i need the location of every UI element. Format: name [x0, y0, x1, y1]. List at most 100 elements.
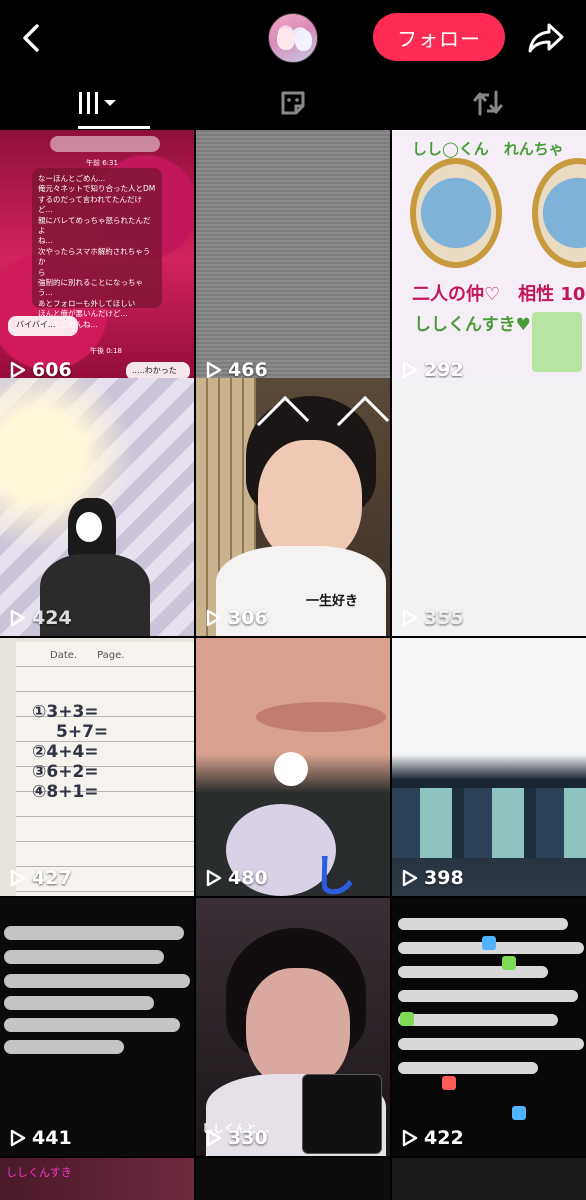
video-thumbnail[interactable]: 一生好き 306: [196, 378, 390, 636]
video-thumbnail[interactable]: Date. Page. ①3+3= 5+7= ②4+4= ③6+2= ④8+1=…: [0, 638, 194, 896]
view-count: 306: [206, 607, 268, 629]
chat-line: 強制的に別れることになっちゃう...: [38, 278, 143, 298]
blurred-text: [4, 974, 190, 988]
blurred-text: [398, 918, 568, 930]
video-thumbnail[interactable]: 441: [0, 898, 194, 1156]
video-thumbnail[interactable]: しし◯くん れんちゃ 二人の仲♡ 相性 10 ししくんすき♥ 292: [392, 130, 586, 388]
blurred-text: [398, 966, 548, 978]
chat-time: 午後 0:18: [90, 347, 122, 355]
tab-reposts[interactable]: [390, 76, 585, 130]
play-icon: [10, 869, 26, 887]
view-count-value: 355: [424, 607, 464, 629]
chat-bubble: バイバイ...: [8, 316, 78, 336]
video-thumbnail[interactable]: 466: [196, 130, 390, 388]
face-blur: [76, 512, 102, 542]
view-count-value: 398: [424, 867, 464, 889]
emoji-decoration: [512, 1106, 526, 1120]
chevron-left-icon: [23, 24, 39, 52]
view-count-value: 480: [228, 867, 268, 889]
tab-videos[interactable]: [0, 76, 195, 130]
view-count: 422: [402, 1127, 464, 1149]
blurred-text: [398, 990, 578, 1002]
video-thumbnail[interactable]: 355: [392, 378, 586, 636]
phone-overlay: [302, 1074, 382, 1154]
view-count-value: 424: [32, 607, 72, 629]
view-count: 480: [206, 867, 268, 889]
play-icon: [206, 609, 222, 627]
video-thumbnail[interactable]: 398: [392, 638, 586, 896]
blurred-text: [398, 1038, 584, 1050]
play-icon: [10, 609, 26, 627]
thumbnail-text: ししくんすき: [6, 1166, 72, 1179]
tab-stickers[interactable]: [195, 76, 390, 130]
chat-line: なーほんとごめん...: [38, 174, 106, 183]
video-thumbnail[interactable]: 424: [0, 378, 194, 636]
chat-bye: バイバイ...: [16, 320, 56, 329]
chat-line: するのだって言われてたんだけ: [38, 194, 143, 204]
play-icon: [10, 361, 26, 379]
handwriting: 5+7=: [56, 722, 109, 742]
active-tab-indicator: [78, 126, 150, 129]
view-count: 355: [402, 607, 464, 629]
emoji-decoration: [400, 1012, 414, 1026]
blurred-text: [398, 1014, 558, 1026]
blurred-text: [4, 996, 154, 1010]
thumbnail-caption: 一生好き: [306, 594, 359, 609]
share-button[interactable]: [526, 20, 566, 56]
view-count: 427: [10, 867, 72, 889]
back-button[interactable]: [14, 20, 48, 56]
view-count-value: 422: [424, 1127, 464, 1149]
chat-bubble: [50, 136, 160, 152]
avatar-face-right: [295, 30, 312, 51]
view-count: 441: [10, 1127, 72, 1149]
handwriting: ③6+2=: [32, 762, 99, 782]
thumbnail-text: ししくんすき♥: [414, 315, 531, 335]
chat-line: あとフォローも外してほしい: [38, 298, 136, 308]
view-count-value: 306: [228, 607, 268, 629]
chat-time: 午前 6:31: [86, 159, 118, 167]
photo-frame: [410, 158, 502, 268]
avatar[interactable]: [268, 13, 318, 63]
thumbnail-text: しし: [312, 851, 356, 896]
top-bar: フォロー: [0, 0, 586, 76]
view-count: 398: [402, 867, 464, 889]
blurred-text: [4, 950, 164, 964]
blurred-text: [4, 926, 184, 940]
blurred-text: [398, 1062, 538, 1074]
grid-columns-icon: [78, 92, 116, 114]
screen-capture: [392, 788, 586, 858]
emoji-decoration: [482, 936, 496, 950]
profile-tabs: [0, 76, 586, 130]
chat-line: ら: [38, 267, 46, 277]
play-icon: [402, 609, 418, 627]
sticker-icon: [281, 91, 304, 115]
emoji-decoration: [442, 1076, 456, 1090]
emoji-decoration: [502, 956, 516, 970]
handwriting: ②4+4=: [32, 742, 99, 762]
video-thumbnail[interactable]: [196, 1158, 390, 1200]
view-count-value: 330: [228, 1127, 268, 1149]
chat-line: 次やったらスマホ解約されちゃうか: [38, 246, 151, 267]
view-count-value: 441: [32, 1127, 72, 1149]
view-count-value: 427: [32, 867, 72, 889]
chat-message: なーほんとごめん... 俺元々ネットで知り合った人とDM するのだって言われてた…: [32, 168, 162, 329]
video-thumbnail[interactable]: 422: [392, 898, 586, 1156]
video-thumbnail[interactable]: ししくんと... 330: [196, 898, 390, 1156]
notebook-header: Date. Page.: [50, 650, 125, 661]
play-icon: [10, 1129, 26, 1147]
decoration: [274, 752, 308, 786]
video-thumbnail[interactable]: しし 480: [196, 638, 390, 896]
repost-icon: [473, 90, 502, 116]
play-icon: [402, 1129, 418, 1147]
face: [246, 968, 350, 1088]
video-thumbnail[interactable]: ししくんすき: [0, 1158, 194, 1200]
blurred-text: [4, 1040, 124, 1054]
video-thumbnail[interactable]: [392, 1158, 586, 1200]
play-icon: [206, 869, 222, 887]
thumbnail-text: しし◯くん れんちゃ: [412, 140, 564, 158]
follow-button[interactable]: フォロー: [373, 13, 505, 61]
photo-frame: [532, 158, 586, 268]
view-count: 330: [206, 1127, 268, 1149]
video-thumbnail[interactable]: 午前 6:31 なーほんとごめん... 俺元々ネットで知り合った人とDM するの…: [0, 130, 194, 388]
view-count: 424: [10, 607, 72, 629]
